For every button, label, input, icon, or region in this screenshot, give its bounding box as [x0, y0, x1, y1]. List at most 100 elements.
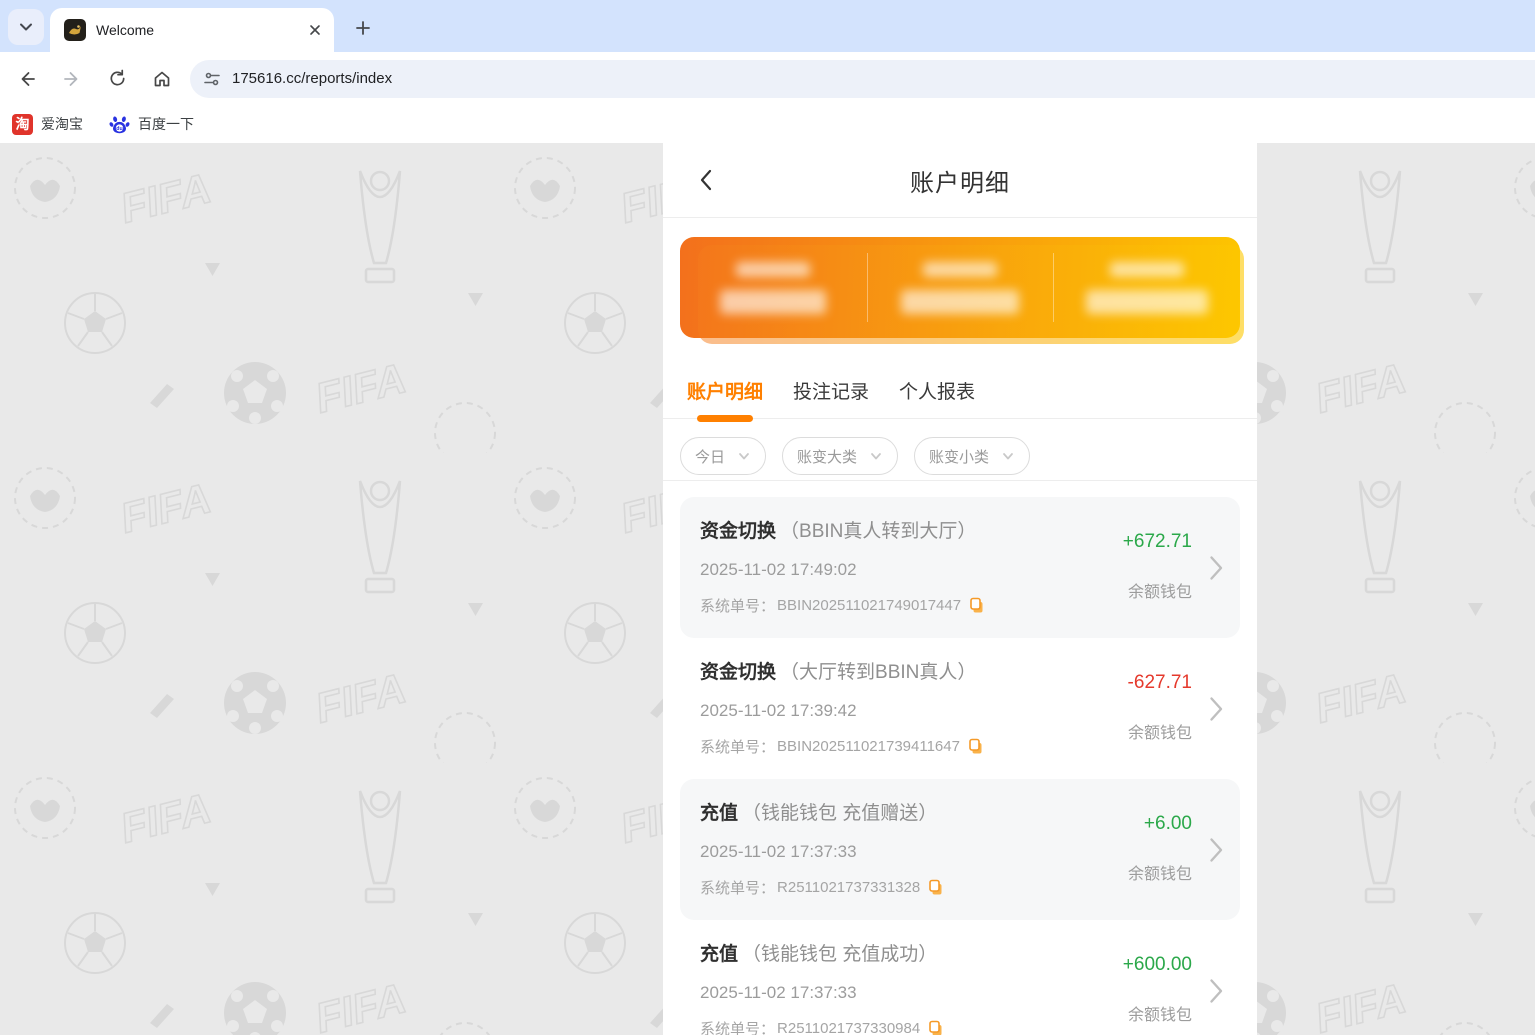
page-title: 账户明细 — [910, 163, 1010, 198]
blurred-stat-label — [923, 262, 997, 277]
site-info-icon[interactable] — [202, 69, 222, 89]
chevron-left-icon — [697, 168, 715, 192]
browser-tab[interactable]: Welcome — [50, 8, 334, 52]
transaction-amount: -627.71 — [1128, 672, 1192, 694]
back-button[interactable] — [10, 62, 44, 96]
order-number-label: 系统单号： — [700, 736, 775, 757]
order-number-label: 系统单号： — [700, 595, 775, 616]
account-detail-panel: 账户明细 账户明细 投注记录 个人报表 今日 — [663, 143, 1257, 1035]
svg-text:du: du — [116, 125, 122, 131]
transaction-row[interactable]: 充值（钱能钱包 充值赠送） 2025-11-02 17:37:33 系统单号：R… — [680, 779, 1240, 920]
copy-button[interactable] — [968, 738, 984, 755]
chevron-right-icon — [1209, 696, 1224, 722]
filter-label: 今日 — [695, 446, 725, 467]
url-text: 175616.cc/reports/index — [232, 70, 392, 87]
transaction-amount: +672.71 — [1123, 531, 1192, 553]
blurred-stat-label — [736, 262, 810, 277]
wallet-label: 余额钱包 — [1123, 1001, 1192, 1025]
new-tab-button[interactable] — [350, 15, 376, 41]
filter-minor-type-dropdown[interactable]: 账变小类 — [914, 437, 1030, 475]
baidu-paw-icon: du — [109, 114, 130, 135]
transaction-amount: +6.00 — [1128, 813, 1192, 835]
address-bar[interactable]: 175616.cc/reports/index — [190, 60, 1535, 98]
blurred-stat-label — [1110, 262, 1184, 277]
copy-button[interactable] — [969, 597, 985, 614]
account-summary-card — [680, 237, 1240, 338]
copy-icon — [928, 1020, 944, 1035]
copy-icon — [968, 738, 984, 755]
copy-icon — [969, 597, 985, 614]
transaction-subtitle: （BBIN真人转到大厅） — [780, 521, 976, 542]
summary-stat-blurred — [680, 237, 867, 338]
transaction-subtitle: （大厅转到BBIN真人） — [780, 662, 976, 683]
order-number-label: 系统单号： — [700, 877, 775, 898]
transaction-amount-block: +6.00 余额钱包 — [1128, 813, 1192, 884]
transaction-amount-block: +600.00 余额钱包 — [1123, 954, 1192, 1025]
transaction-row[interactable]: 资金切换（BBIN真人转到大厅） 2025-11-02 17:49:02 系统单… — [680, 497, 1240, 638]
filter-date-dropdown[interactable]: 今日 — [680, 437, 766, 475]
site-favicon-icon — [64, 19, 86, 41]
wallet-label: 余额钱包 — [1128, 860, 1192, 884]
transaction-subtitle: （钱能钱包 充值赠送） — [742, 803, 937, 824]
chevron-right-icon — [1209, 978, 1224, 1004]
panel-header: 账户明细 — [663, 143, 1257, 218]
transaction-type: 资金切换 — [700, 521, 776, 542]
blurred-stat-value — [901, 290, 1019, 314]
forward-button[interactable] — [55, 62, 89, 96]
tab-personal-report[interactable]: 个人报表 — [899, 362, 975, 418]
order-number-label: 系统单号： — [700, 1018, 775, 1035]
tab-close-icon[interactable] — [306, 21, 324, 39]
reload-button[interactable] — [100, 62, 134, 96]
plus-icon — [355, 20, 371, 36]
bookmark-baidu[interactable]: du 百度一下 — [109, 114, 194, 135]
transaction-list: 资金切换（BBIN真人转到大厅） 2025-11-02 17:49:02 系统单… — [663, 481, 1257, 1035]
home-icon — [152, 69, 172, 89]
tab-bet-records[interactable]: 投注记录 — [793, 362, 869, 418]
copy-button[interactable] — [928, 879, 944, 896]
bookmark-label: 爱淘宝 — [41, 114, 83, 134]
back-nav-button[interactable] — [691, 165, 721, 195]
taobao-icon: 淘 — [12, 114, 33, 135]
bookmark-taobao[interactable]: 淘 爱淘宝 — [12, 114, 83, 135]
summary-stat-blurred — [1053, 237, 1240, 338]
blurred-stat-value — [720, 290, 826, 314]
chevron-down-icon — [18, 19, 34, 35]
wallet-label: 余额钱包 — [1123, 578, 1192, 602]
tab-search-button[interactable] — [8, 9, 44, 45]
transaction-amount-block: -627.71 余额钱包 — [1128, 672, 1192, 743]
chevron-right-icon — [1209, 837, 1224, 863]
transaction-row[interactable]: 资金切换（大厅转到BBIN真人） 2025-11-02 17:39:42 系统单… — [680, 638, 1240, 779]
filter-label: 账变大类 — [797, 446, 857, 467]
transaction-subtitle: （钱能钱包 充值成功） — [742, 944, 937, 965]
browser-tab-strip: Welcome — [0, 0, 1535, 52]
order-number-value: R2511021737331328 — [777, 879, 920, 896]
report-tabs: 账户明细 投注记录 个人报表 — [663, 362, 1257, 419]
transaction-amount: +600.00 — [1123, 954, 1192, 976]
order-number-value: BBIN202511021749017447 — [777, 597, 961, 614]
blurred-stat-value — [1086, 290, 1208, 314]
wallet-label: 余额钱包 — [1128, 719, 1192, 743]
transaction-row[interactable]: 充值（钱能钱包 充值成功） 2025-11-02 17:37:33 系统单号：R… — [680, 920, 1240, 1035]
chevron-down-icon — [737, 449, 751, 463]
filter-label: 账变小类 — [929, 446, 989, 467]
transaction-type: 充值 — [700, 944, 738, 965]
order-number-value: R2511021737330984 — [777, 1020, 920, 1035]
order-number-value: BBIN202511021739411647 — [777, 738, 960, 755]
transaction-amount-block: +672.71 余额钱包 — [1123, 531, 1192, 602]
tab-account-detail[interactable]: 账户明细 — [687, 362, 763, 418]
bookmark-label: 百度一下 — [138, 114, 194, 134]
tab-title: Welcome — [96, 22, 306, 38]
bookmarks-bar: 淘 爱淘宝 du 百度一下 — [0, 105, 1535, 143]
copy-button[interactable] — [928, 1020, 944, 1035]
transaction-type: 充值 — [700, 803, 738, 824]
browser-toolbar: 175616.cc/reports/index — [0, 52, 1535, 105]
summary-stat-blurred — [867, 237, 1054, 338]
arrow-left-icon — [17, 69, 37, 89]
filter-major-type-dropdown[interactable]: 账变大类 — [782, 437, 898, 475]
home-button[interactable] — [145, 62, 179, 96]
reload-icon — [108, 69, 127, 88]
page-background: FIFA — [0, 143, 1535, 1035]
chevron-right-icon — [1209, 555, 1224, 581]
arrow-right-icon — [62, 69, 82, 89]
copy-icon — [928, 879, 944, 896]
